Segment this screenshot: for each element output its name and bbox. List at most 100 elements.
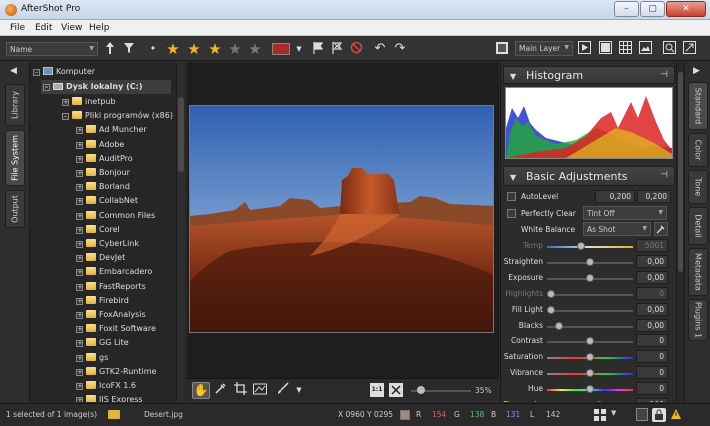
slider-knob[interactable]: [586, 273, 594, 282]
slider-track[interactable]: [547, 242, 633, 250]
tab-color[interactable]: Color: [688, 133, 708, 167]
slider-value-input[interactable]: 100: [636, 398, 668, 402]
grid-icon[interactable]: [594, 409, 606, 421]
tab-plugins-1[interactable]: Plugins 1: [688, 299, 708, 341]
slider-value-input[interactable]: 0,00: [636, 302, 668, 316]
pin-icon[interactable]: ⊣: [660, 70, 668, 80]
minimize-button[interactable]: –: [614, 1, 639, 17]
slider-track[interactable]: [547, 337, 633, 346]
star-1-icon[interactable]: ★: [165, 41, 181, 57]
layers-icon[interactable]: [494, 41, 510, 57]
tree-item[interactable]: + GTK2-Runtime: [76, 365, 156, 379]
slider-knob[interactable]: [547, 289, 555, 298]
zoom-icon[interactable]: [662, 41, 676, 57]
expand-icon[interactable]: +: [76, 184, 83, 192]
tree-item[interactable]: + AuditPro: [76, 152, 133, 166]
slider-value-input[interactable]: 0: [636, 350, 668, 364]
basic-adjustments-header[interactable]: ▼ Basic Adjustments ⊣: [503, 166, 675, 186]
expand-icon[interactable]: +: [76, 383, 83, 390]
slider-value-input[interactable]: 0,00: [636, 270, 668, 284]
slider-track[interactable]: [547, 321, 633, 330]
slideshow-icon[interactable]: [577, 41, 591, 57]
tree-scrollbar[interactable]: [176, 62, 185, 402]
brush-icon[interactable]: [274, 382, 290, 398]
menu-file[interactable]: File: [10, 23, 25, 33]
expand-icon[interactable]: +: [76, 368, 83, 376]
sort-select[interactable]: Name ▼: [6, 42, 98, 56]
collapse-icon[interactable]: –: [43, 84, 50, 91]
white-balance-select[interactable]: As Shot ▼: [583, 222, 651, 236]
expand-icon[interactable]: +: [76, 141, 83, 149]
tree-item[interactable]: + GG Lite: [76, 336, 129, 350]
tree-item[interactable]: + CollabNet: [76, 194, 138, 208]
chevron-down-icon[interactable]: ▼: [611, 409, 616, 417]
tree-item[interactable]: – Pliki programów (x86): [62, 109, 173, 123]
slider-knob[interactable]: [595, 401, 604, 402]
sort-direction-icon[interactable]: [103, 41, 117, 57]
actual-size-button[interactable]: 1:1: [370, 383, 384, 397]
chevron-down-icon[interactable]: ▼: [294, 41, 304, 57]
expand-icon[interactable]: +: [76, 297, 83, 305]
slider-track[interactable]: [547, 289, 633, 298]
warning-icon[interactable]: [670, 408, 682, 420]
tree-item[interactable]: + Bonjour: [76, 166, 130, 180]
autolevel-low-input[interactable]: 0,200: [595, 190, 635, 203]
slider-value-input[interactable]: 0: [636, 334, 668, 348]
fit-to-window-icon[interactable]: [389, 383, 403, 397]
slider-value-input[interactable]: 0: [636, 366, 668, 380]
expand-icon[interactable]: +: [76, 283, 83, 291]
autolevel-checkbox[interactable]: [507, 192, 516, 201]
tree-item[interactable]: + Firebird: [76, 294, 129, 308]
slider-knob[interactable]: [586, 257, 594, 266]
menu-edit[interactable]: Edit: [35, 23, 52, 33]
tree-item[interactable]: + Adobe: [76, 138, 124, 152]
slider-value-input[interactable]: 0,00: [636, 318, 668, 332]
maximize-button[interactable]: ▢: [640, 1, 665, 17]
slider-knob[interactable]: [586, 385, 594, 394]
lock-icon[interactable]: [652, 408, 666, 422]
tab-metadata[interactable]: Metadata: [688, 248, 708, 296]
collapse-right-icon[interactable]: ▶: [693, 66, 700, 76]
expand-icon[interactable]: +: [76, 340, 83, 348]
image-viewer[interactable]: [187, 62, 499, 378]
histogram-header[interactable]: ▼ Histogram ⊣: [503, 66, 675, 84]
expand-icon[interactable]: +: [76, 127, 83, 135]
expand-icon[interactable]: +: [76, 326, 83, 334]
filter-icon[interactable]: [122, 41, 136, 57]
zoom-slider-knob[interactable]: [417, 386, 425, 394]
tree-item[interactable]: + Corel: [76, 223, 120, 237]
expand-icon[interactable]: +: [76, 269, 83, 277]
autolevel-high-input[interactable]: 0,200: [637, 190, 671, 203]
layer-select[interactable]: Main Layer ▼: [515, 41, 573, 56]
fullscreen-icon[interactable]: [682, 41, 696, 57]
expand-icon[interactable]: +: [76, 241, 83, 248]
expand-icon[interactable]: +: [76, 155, 83, 163]
tree-item[interactable]: + gs: [76, 351, 108, 365]
tab-output[interactable]: Output: [5, 190, 25, 228]
chevron-down-icon[interactable]: ▼: [294, 382, 304, 398]
collapse-left-icon[interactable]: ◀: [10, 66, 17, 76]
expand-icon[interactable]: +: [76, 212, 83, 220]
slider-knob[interactable]: [586, 369, 594, 378]
expand-icon[interactable]: +: [76, 170, 83, 177]
expand-icon[interactable]: +: [76, 255, 83, 263]
star-5-icon[interactable]: ★: [247, 41, 263, 57]
flag-icon[interactable]: [311, 41, 325, 57]
expand-icon[interactable]: +: [76, 198, 83, 206]
slider-track[interactable]: [547, 273, 633, 282]
tree-drive[interactable]: – Dysk lokalny (C:): [41, 80, 171, 94]
slider-track[interactable]: [547, 257, 633, 266]
tree-item[interactable]: + Foxit Software: [76, 322, 156, 336]
eyedropper-icon[interactable]: [212, 382, 228, 398]
grid-view-icon[interactable]: [618, 41, 632, 57]
expand-icon[interactable]: +: [76, 312, 83, 319]
tab-library[interactable]: Library: [5, 84, 25, 126]
panel-scrollbar-thumb[interactable]: [678, 72, 683, 272]
compare-view-icon[interactable]: [638, 41, 652, 57]
slider-knob[interactable]: [547, 305, 555, 314]
pin-icon[interactable]: ⊣: [660, 170, 668, 180]
expand-icon[interactable]: +: [76, 354, 83, 362]
color-label-swatch[interactable]: [272, 43, 290, 55]
rotate-left-icon[interactable]: ↶: [373, 41, 387, 57]
slider-knob[interactable]: [586, 353, 594, 362]
